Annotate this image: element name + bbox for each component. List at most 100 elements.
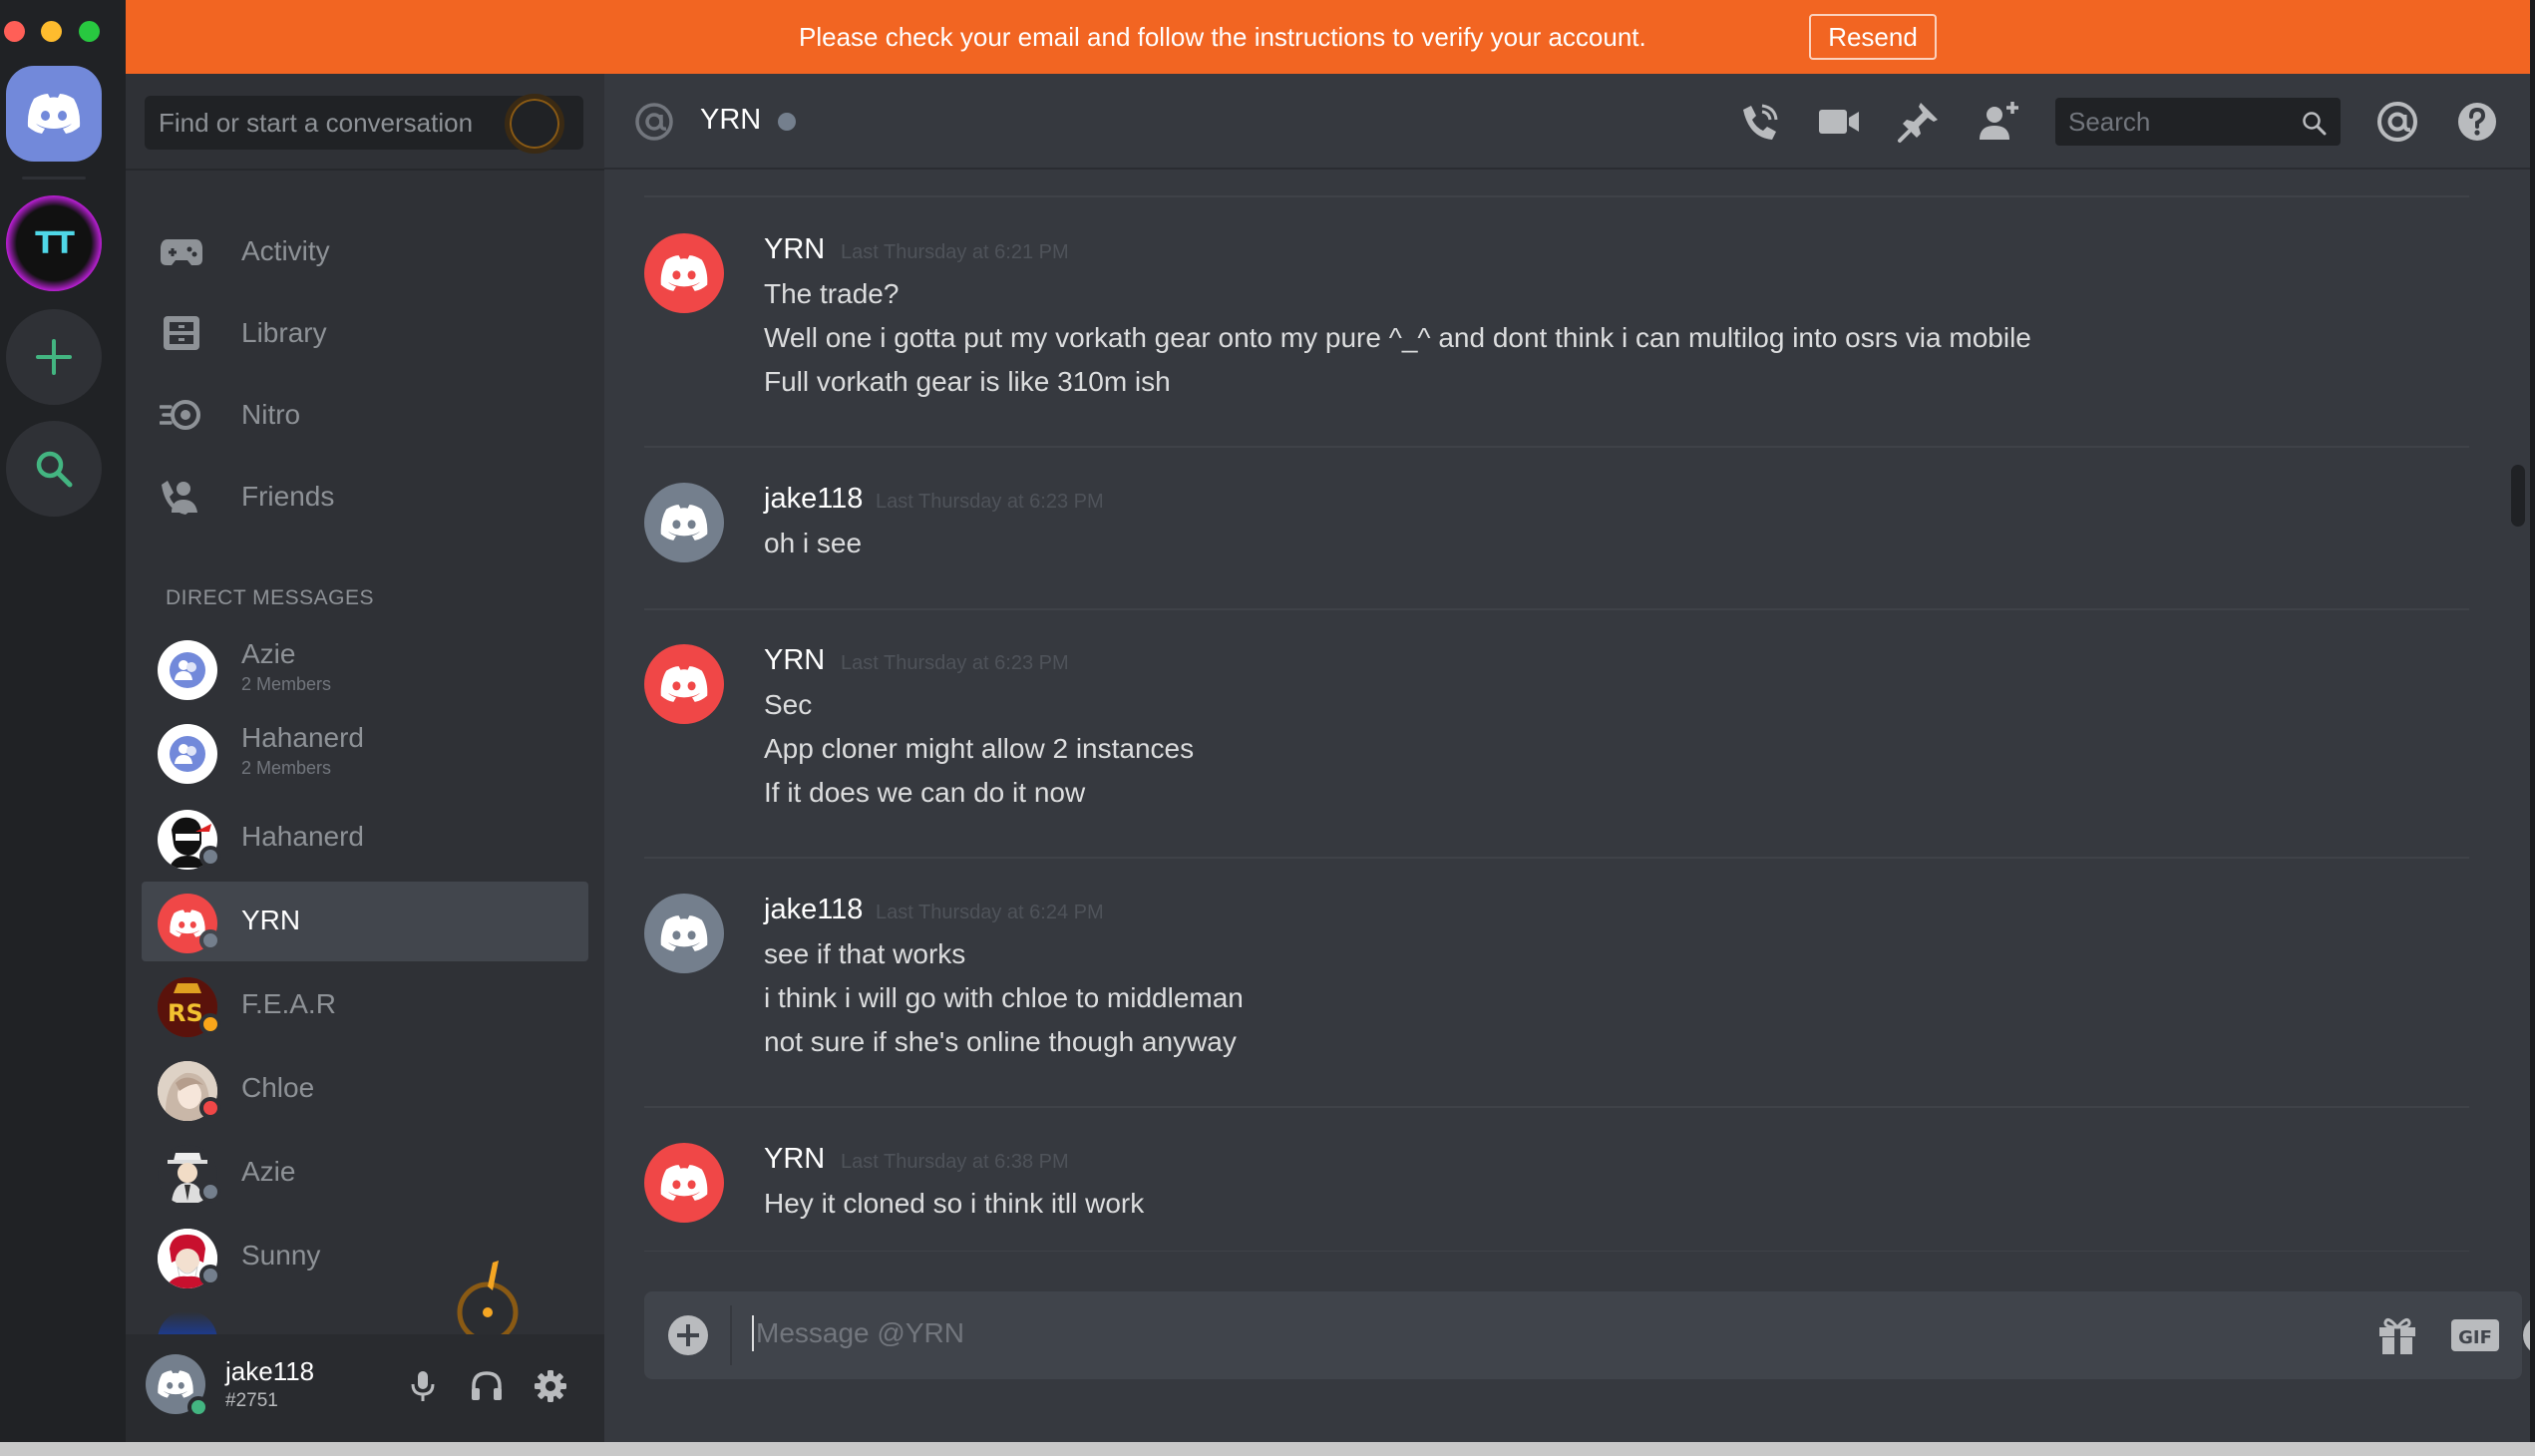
nav-library-label: Library [241, 317, 327, 348]
verify-email-banner: Please check your email and follow the i… [126, 0, 2535, 74]
message-group: jake118 Last Thursday at 6:23 PM oh i se… [644, 483, 2469, 602]
mention-icon[interactable] [2375, 100, 2419, 144]
dm-name: Azie [241, 638, 296, 669]
message-group: YRN Last Thursday at 6:23 PM Sec App clo… [644, 644, 2469, 844]
nav-friends-label: Friends [241, 481, 335, 512]
message-composer: Message @YRN GIF [644, 1291, 2535, 1379]
dm-member-count: 2 Members [241, 674, 332, 694]
dm-name: Hahanerd [241, 722, 364, 753]
window-edge [2530, 0, 2535, 1442]
resend-button[interactable]: Resend [1809, 14, 1937, 60]
nav-library[interactable]: Library [142, 297, 588, 369]
channel-name: YRN [700, 104, 762, 136]
message-text: Sec [764, 689, 813, 720]
message-text: Full vorkath gear is like 310m ish [764, 366, 1171, 397]
dm-item-yrn[interactable]: YRN [142, 882, 588, 961]
dm-name: Sunny [241, 1240, 321, 1271]
server-rail: TT [0, 0, 126, 1442]
message-divider [644, 1106, 2469, 1108]
discord-logo-icon [660, 255, 708, 291]
dm-member-count: 2 Members [241, 758, 332, 778]
discord-logo-icon [660, 915, 708, 951]
loading-ring-icon [505, 94, 564, 154]
dm-item-fear[interactable]: RS F.E.A.R [142, 965, 588, 1045]
sidebar-divider [126, 169, 604, 171]
server-icon-tt[interactable]: TT [6, 195, 102, 291]
message-text: not sure if she's online though anyway [764, 1026, 1237, 1057]
status-online-indicator [187, 1396, 209, 1418]
dm-item-hahanerd[interactable]: Hahanerd [142, 798, 588, 878]
dm-item-chloe[interactable]: Chloe [142, 1049, 588, 1129]
discord-logo-icon [158, 1370, 193, 1398]
message-avatar[interactable] [644, 894, 724, 973]
window-close-button[interactable] [4, 21, 25, 42]
home-button[interactable] [6, 66, 102, 162]
chat-header: YRN Search [604, 74, 2530, 170]
dm-item-hahanerd-group[interactable]: Hahanerd 2 Members [142, 712, 588, 792]
message-timestamp: Last Thursday at 6:23 PM [876, 491, 1104, 513]
message-avatar[interactable] [644, 1143, 724, 1223]
library-icon [164, 316, 199, 350]
gif-icon[interactable]: GIF [2449, 1313, 2501, 1357]
message-author[interactable]: YRN [764, 1143, 825, 1176]
message-input[interactable]: Message @YRN [752, 1315, 964, 1351]
dm-name: F.E.A.R [241, 988, 336, 1019]
dm-item-azie-group[interactable]: Azie 2 Members [142, 628, 588, 708]
message-text: Well one i gotta put my vorkath gear ont… [764, 322, 2031, 353]
status-offline-indicator [778, 113, 796, 131]
status-offline-indicator [199, 1265, 221, 1286]
message-group: YRN Last Thursday at 6:38 PM Hey it clon… [644, 1143, 2469, 1252]
warning-marker-icon [457, 1261, 519, 1343]
nav-friends[interactable]: Friends [142, 461, 588, 533]
nav-activity[interactable]: Activity [142, 215, 588, 287]
user-tag: #2751 [225, 1390, 278, 1411]
discord-logo-icon [660, 505, 708, 541]
explore-servers-button[interactable] [6, 421, 102, 517]
banner-text: Please check your email and follow the i… [799, 22, 1646, 52]
at-sign-icon [635, 103, 673, 141]
search-icon [2303, 112, 2327, 136]
message-scrollbar[interactable] [2511, 465, 2525, 527]
status-offline-indicator [199, 1181, 221, 1203]
add-server-button[interactable] [6, 309, 102, 405]
message-avatar[interactable] [644, 233, 724, 313]
message-text: Hey it cloned so i think itll work [764, 1188, 1145, 1219]
plus-icon [36, 339, 72, 375]
message-group: YRN Last Thursday at 6:21 PM The trade? … [644, 233, 2469, 453]
window-zoom-button[interactable] [79, 21, 100, 42]
discord-app: TT Please check your email and follow th… [0, 0, 2535, 1442]
call-icon[interactable] [1737, 100, 1781, 144]
gift-icon[interactable] [2375, 1313, 2419, 1357]
pin-icon[interactable] [1897, 100, 1941, 144]
svg-text:GIF: GIF [2458, 1327, 2492, 1348]
header-search-input[interactable]: Search [2055, 98, 2341, 146]
settings-gear-icon[interactable] [533, 1368, 568, 1404]
message-group: jake118 Last Thursday at 6:24 PM see if … [644, 894, 2469, 1093]
message-author[interactable]: jake118 [764, 483, 863, 516]
user-name: jake118 [225, 1356, 315, 1386]
help-icon[interactable] [2455, 100, 2499, 144]
message-divider [644, 857, 2469, 859]
status-dnd-indicator [199, 1097, 221, 1119]
message-avatar[interactable] [644, 644, 724, 724]
video-icon[interactable] [1817, 100, 1861, 144]
add-friend-icon[interactable] [1977, 100, 2020, 144]
group-avatar [158, 640, 217, 700]
nav-nitro[interactable]: Nitro [142, 379, 588, 451]
window-minimize-button[interactable] [41, 21, 62, 42]
message-divider [644, 195, 2469, 197]
message-author[interactable]: jake118 [764, 894, 863, 926]
sidebar-fade [126, 1296, 604, 1334]
headphones-icon[interactable] [469, 1368, 505, 1404]
group-icon [170, 652, 205, 688]
gamepad-icon [161, 239, 202, 265]
add-attachment-icon[interactable] [666, 1313, 710, 1357]
direct-messages-header: DIRECT MESSAGES [166, 586, 374, 609]
message-author[interactable]: YRN [764, 233, 825, 266]
microphone-icon[interactable] [405, 1368, 441, 1404]
message-avatar[interactable] [644, 483, 724, 562]
message-timestamp: Last Thursday at 6:24 PM [876, 902, 1104, 923]
message-author[interactable]: YRN [764, 644, 825, 677]
dm-name: Azie [241, 1156, 296, 1187]
dm-item-azie[interactable]: Azie [142, 1133, 588, 1213]
